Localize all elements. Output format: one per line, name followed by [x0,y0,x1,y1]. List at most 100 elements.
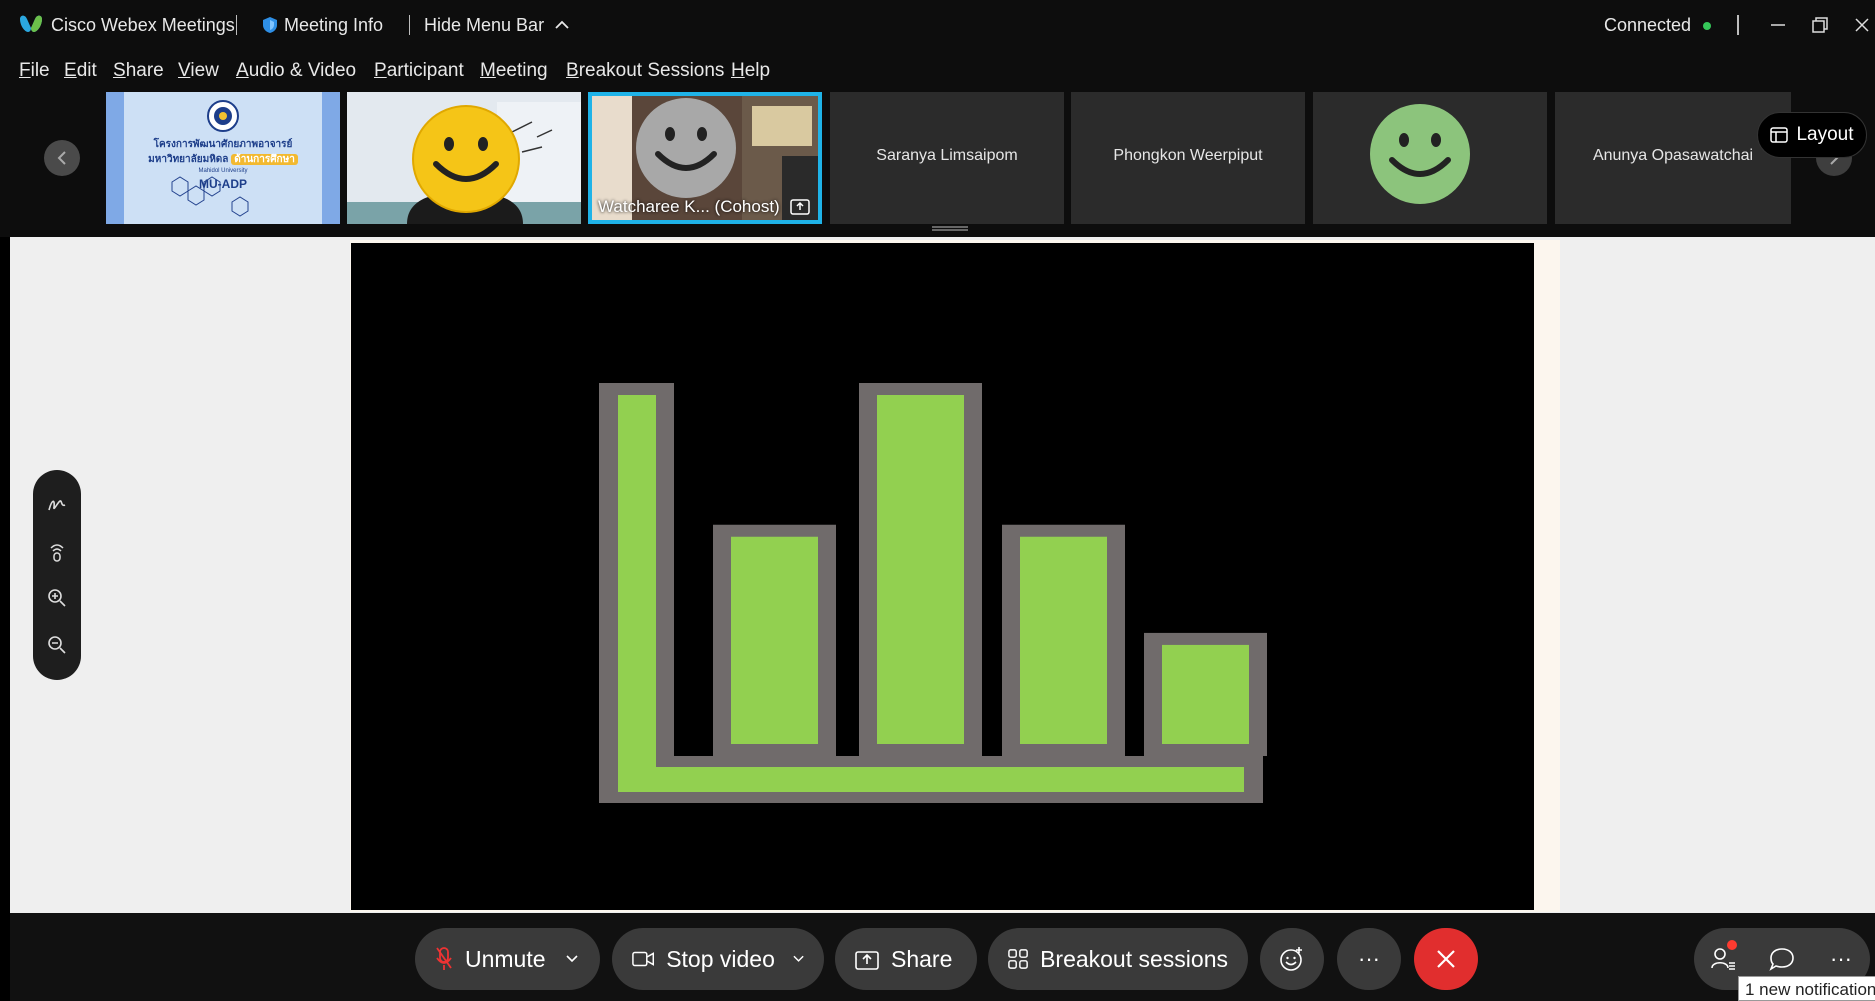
menu-share-label: hare [125,60,164,81]
menu-help-accel: H [731,60,745,81]
webex-meeting-window: Cisco Webex Meetings Meeting Info Hide M… [0,0,1875,1001]
gray-smiley-face-icon [636,98,736,198]
video-tile-participant[interactable] [1313,92,1547,224]
menu-bar: File Edit Share View Audio & Video Parti… [0,50,1875,92]
stop-video-button[interactable]: Stop video [612,928,824,990]
menu-participant[interactable]: Participant [374,60,464,82]
menu-view[interactable]: View [178,60,219,82]
breakout-sessions-label: Breakout sessions [1040,945,1228,972]
menu-meeting-accel: M [480,60,496,81]
menu-breakout-sessions-label: reakout Sessions [578,60,725,81]
video-tile-participant[interactable]: Anunya Opasawatchai [1555,92,1791,224]
participant-name: Saranya Limsaipom [876,147,1018,164]
request-control-button[interactable] [43,538,71,566]
banner-thai-subtitle: มหาวิทยาลัยมหิดล ด้านการศึกษา [106,152,340,167]
meeting-info-label: Meeting Info [284,15,384,35]
hide-menu-bar-button[interactable]: Hide Menu Bar [424,15,569,36]
annotate-pen-button[interactable] [43,491,71,519]
sharing-icon [790,199,811,215]
zoom-in-icon [48,589,66,607]
chart-bar [1020,536,1107,744]
hide-menu-bar-label: Hide Menu Bar [424,15,545,35]
more-panels-label: ··· [1830,946,1852,971]
menu-meeting[interactable]: Meeting [480,60,548,82]
zoom-in-button[interactable] [43,584,71,612]
reactions-button[interactable] [1260,928,1324,990]
menu-view-accel: V [178,60,191,81]
layout-button[interactable]: Layout [1757,112,1867,158]
close-button[interactable] [1845,8,1875,42]
menu-breakout-sessions-accel: B [566,60,579,81]
menu-audio-video[interactable]: Audio & Video [236,60,356,82]
zoom-out-button[interactable] [43,631,71,659]
restore-icon [1812,17,1828,33]
meeting-info-button[interactable]: Meeting Info [262,15,383,36]
chart-bar [877,395,964,744]
meeting-control-bar: Unmute Stop video Share Breakout session… [10,913,1875,1001]
video-filmstrip: โครงการพัฒนาศักยภาพอาจารย์ มหาวิทยาลัยมห… [0,92,1875,237]
notification-dot-icon [1727,940,1737,950]
menu-participant-label: articipant [386,60,464,81]
menu-share[interactable]: Share [113,60,164,82]
active-speaker-caption: Watcharee K... (Cohost) [598,197,811,217]
menu-share-accel: S [113,60,126,81]
chevron-down-icon [565,955,578,963]
microphone-muted-icon [436,947,452,970]
video-camera-icon [632,951,655,967]
connection-status: Connected [1604,15,1712,36]
layout-label: Layout [1796,124,1854,145]
menu-edit[interactable]: Edit [64,60,97,82]
menu-audio-video-accel: A [236,60,249,81]
chevron-left-icon [57,151,66,165]
video-tile-participant[interactable]: Saranya Limsaipom [830,92,1064,224]
app-title: Cisco Webex Meetings [51,15,235,35]
menu-view-label: iew [190,60,219,81]
title-divider [1737,15,1739,35]
chart-bar [731,536,818,744]
share-screen-icon [855,951,879,970]
filmstrip-prev-button[interactable] [44,140,80,176]
video-tile-participant[interactable] [347,92,581,224]
banner-program: MU-ADP [199,177,247,191]
filmstrip-resize-handle[interactable] [932,226,968,231]
video-tile-participant[interactable]: Phongkon Weerpiput [1071,92,1305,224]
breakout-grid-icon [1008,949,1028,969]
pointer-signal-icon [50,544,64,562]
bar-chart-icon [599,383,1267,803]
menu-edit-accel: E [64,60,77,81]
restore-button[interactable] [1803,8,1837,42]
menu-help-label: elp [744,60,771,81]
share-button[interactable]: Share [835,928,977,990]
video-tile-active-speaker[interactable]: Watcharee K... (Cohost) [588,92,822,224]
menu-meeting-label: eeting [495,60,548,81]
menu-breakout-sessions[interactable]: Breakout Sessions [566,60,724,82]
minimize-button[interactable] [1761,8,1795,42]
menu-file[interactable]: File [19,60,50,82]
zoom-out-icon [48,635,66,654]
close-x-icon [1437,950,1455,968]
chevron-down-icon [793,955,804,962]
chevron-up-icon [555,20,569,29]
webex-logo-icon [20,15,42,32]
shared-screen-content[interactable] [351,243,1534,910]
layout-icon [1770,127,1789,143]
video-tile-banner[interactable]: โครงการพัฒนาศักยภาพอาจารย์ มหาวิทยาลัยมห… [106,92,340,224]
title-divider [236,15,237,35]
more-options-button[interactable]: ··· [1337,928,1401,990]
reaction-smiley-icon [1280,947,1302,971]
breakout-sessions-button[interactable]: Breakout sessions [988,928,1248,990]
banner-thai-university: มหาวิทยาลัยมหิดล [148,154,229,165]
menu-audio-video-label: udio & Video [248,60,357,81]
menu-file-label: ile [30,60,50,81]
connection-status-label: Connected [1604,15,1692,35]
banner-highlight: ด้านการศึกษา [231,154,298,165]
share-label: Share [891,945,953,972]
menu-edit-label: dit [76,60,97,81]
menu-help[interactable]: Help [731,60,770,82]
leave-meeting-button[interactable] [1414,928,1478,990]
connected-dot-icon [1703,22,1712,31]
unmute-button[interactable]: Unmute [415,928,600,990]
participant-name: Phongkon Weerpiput [1113,147,1263,164]
smiley-face-icon [412,105,520,213]
pen-squiggle-icon [48,500,66,511]
